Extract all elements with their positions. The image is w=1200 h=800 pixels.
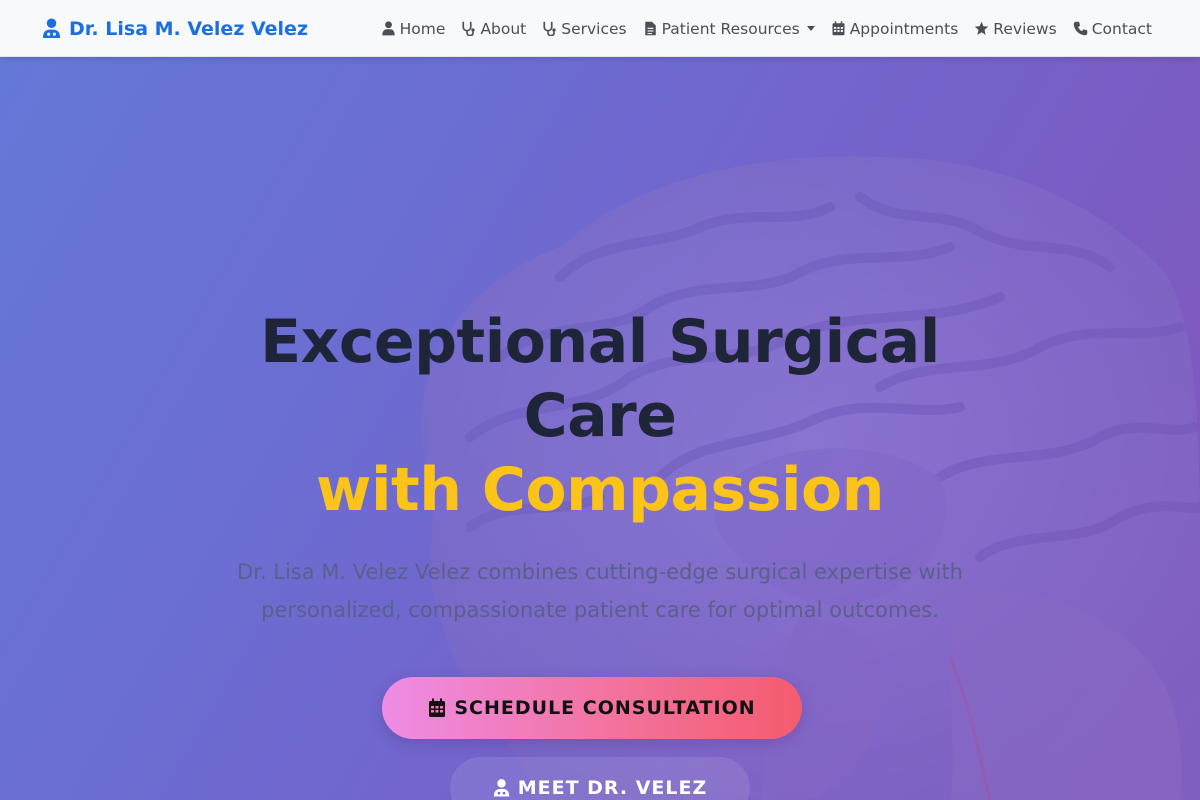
nav-item-appointments[interactable]: Appointments — [831, 19, 959, 38]
nav-item-label: Patient Resources — [661, 19, 800, 38]
user-doctor-icon — [42, 18, 61, 38]
headline-line-2: Care — [523, 381, 677, 451]
nav-item-label: Home — [399, 19, 446, 38]
nav-item-patient-resources[interactable]: Patient Resources — [643, 20, 815, 38]
nav-item-home[interactable]: Home — [381, 19, 446, 38]
headline-accent: with Compassion — [316, 455, 884, 525]
hero-headline: Exceptional Surgical Care with Compassio… — [200, 305, 1000, 527]
chevron-down-icon — [806, 26, 815, 31]
stethoscope-icon — [543, 21, 556, 36]
nav-item-contact[interactable]: Contact — [1073, 20, 1152, 38]
hero-subtitle: Dr. Lisa M. Velez Velez combines cutting… — [237, 560, 963, 622]
schedule-consultation-label: SCHEDULE CONSULTATION — [454, 697, 756, 719]
nav-item-label: Contact — [1091, 19, 1152, 38]
hero-content: Exceptional Surgical Care with Compassio… — [0, 57, 1200, 800]
nav-item-services[interactable]: Services — [542, 19, 627, 38]
hero-section: Exceptional Surgical Care with Compassio… — [0, 57, 1200, 800]
calendar-icon — [429, 698, 446, 717]
nav-item-about[interactable]: About — [461, 20, 526, 38]
brand-link[interactable]: Dr. Lisa M. Velez Velez — [42, 0, 308, 57]
nav-item-label: Services — [561, 19, 627, 38]
star-icon — [975, 21, 989, 35]
meet-dr-velez-button[interactable]: MEET DR. VELEZ — [450, 757, 750, 800]
meet-dr-velez-label: MEET DR. VELEZ — [517, 777, 708, 799]
calendar-icon — [832, 21, 845, 36]
nav-item-label: Reviews — [993, 19, 1057, 38]
user-doctor-icon — [382, 21, 395, 36]
user-doctor-icon — [493, 779, 509, 797]
schedule-consultation-button[interactable]: SCHEDULE CONSULTATION — [382, 677, 802, 739]
phone-icon — [1073, 21, 1087, 36]
nav-item-reviews[interactable]: Reviews — [974, 19, 1057, 38]
navbar: Dr. Lisa M. Velez Velez Home About Servi… — [0, 0, 1200, 57]
file-icon — [644, 21, 656, 36]
nav-links: Home About Services Patient Resources Ap… — [381, 0, 1152, 57]
nav-item-label: Appointments — [849, 19, 959, 38]
nav-item-label: About — [480, 19, 527, 38]
stethoscope-icon — [462, 21, 476, 36]
headline-line-1: Exceptional Surgical — [260, 307, 940, 377]
brand-name: Dr. Lisa M. Velez Velez — [69, 17, 309, 40]
